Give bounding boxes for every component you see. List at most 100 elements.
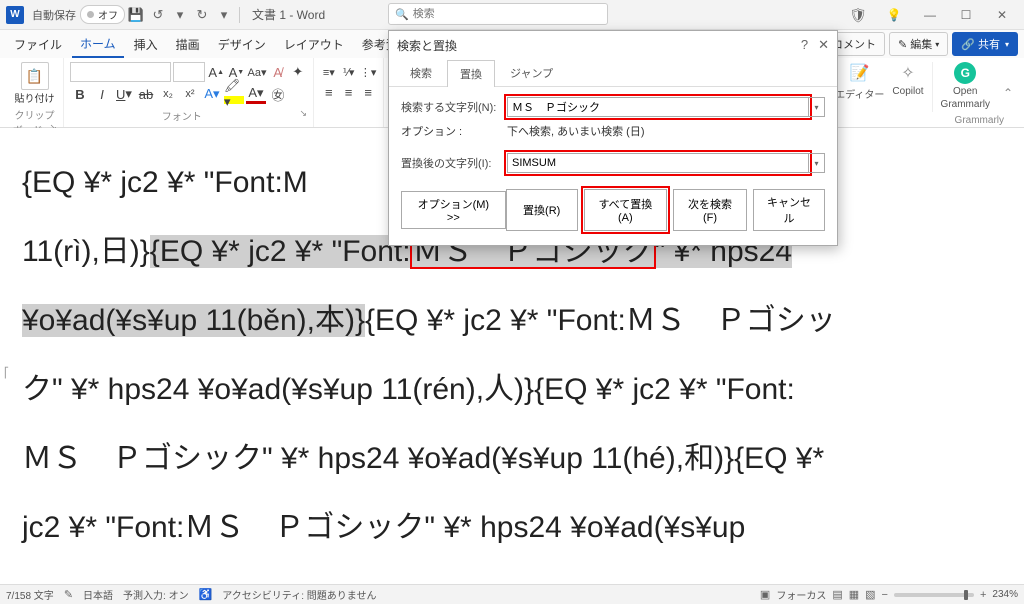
dialog-close-icon[interactable]: ✕ xyxy=(818,37,829,53)
find-next-button[interactable]: 次を検索(F) xyxy=(673,189,747,231)
tab-draw[interactable]: 描画 xyxy=(168,32,208,57)
tab-file[interactable]: ファイル xyxy=(6,32,70,57)
save-icon[interactable]: 💾 xyxy=(125,4,147,26)
change-case-icon[interactable]: Aa▾ xyxy=(248,62,267,82)
window-controls: 🛡 💡 — ☐ ✕ xyxy=(840,0,1020,30)
maximize-button[interactable]: ☐ xyxy=(948,1,984,29)
clipboard-group: 📋 貼り付け クリップボード↘ xyxy=(6,58,64,127)
text-effects-icon[interactable]: A▾ xyxy=(202,84,222,104)
lightbulb-icon[interactable]: 💡 xyxy=(876,1,912,29)
font-group: A▲ A▼ Aa▾ A̸ ✦ B I U▾ ab x₂ x² A▾ 🖍▾ A▾ … xyxy=(64,58,314,127)
dialog-body: 検索する文字列(N): ▾ オプション : 下へ検索, あいまい検索 (日) 置… xyxy=(389,87,837,245)
subscript-icon[interactable]: x₂ xyxy=(158,84,178,104)
divider xyxy=(239,7,240,23)
numbering-icon[interactable]: ⅟▾ xyxy=(340,62,358,82)
find-what-label: 検索する文字列(N): xyxy=(401,99,501,115)
dialog-help-icon[interactable]: ? xyxy=(801,37,808,53)
tab-insert[interactable]: 挿入 xyxy=(126,32,166,57)
paragraph-group: ≡▾ ⅟▾ ⋮▾ ≡ ≡ ≡ xyxy=(314,58,384,127)
focus-mode-icon[interactable]: ▣ xyxy=(760,588,770,601)
title-bar: W 自動保存 オフ 💾 ↺ ▾ ↻ ▾ 文書 1 - Word 🔍 🛡 💡 — … xyxy=(0,0,1024,30)
dialog-titlebar: 検索と置換 ? ✕ xyxy=(389,31,837,59)
zoom-in-icon[interactable]: + xyxy=(980,589,986,601)
shield-icon[interactable]: 🛡 xyxy=(840,1,876,29)
undo-dropdown-icon[interactable]: ▾ xyxy=(169,4,191,26)
strikethrough-icon[interactable]: ab xyxy=(136,84,156,104)
multilevel-icon[interactable]: ⋮▾ xyxy=(359,62,377,82)
tab-layout[interactable]: レイアウト xyxy=(276,32,352,57)
align-right-icon[interactable]: ≡ xyxy=(359,82,377,102)
share-button[interactable]: 🔗共有▾ xyxy=(952,32,1018,56)
replace-with-input[interactable] xyxy=(507,153,809,173)
editor-button[interactable]: 📝 エディター xyxy=(835,62,884,101)
enclose-char-icon[interactable]: ㊛ xyxy=(268,84,288,104)
options-label: オプション : xyxy=(401,123,501,139)
word-count[interactable]: 7/158 文字 xyxy=(6,587,54,602)
copilot-icon: ✧ xyxy=(897,62,919,84)
clear-format-icon[interactable]: A̸ xyxy=(269,62,287,82)
minimize-button[interactable]: — xyxy=(912,1,948,29)
bullets-icon[interactable]: ≡▾ xyxy=(320,62,338,82)
close-button[interactable]: ✕ xyxy=(984,1,1020,29)
highlight-icon[interactable]: 🖍▾ xyxy=(224,84,244,104)
paste-label[interactable]: 貼り付け xyxy=(15,90,55,105)
menubar-right: 💬コメント ✎編集▾ 🔗共有▾ xyxy=(806,30,1018,58)
tab-find[interactable]: 検索 xyxy=(397,59,445,86)
accessibility-status[interactable]: アクセシビリティ: 問題ありません xyxy=(222,587,376,602)
margin-mark-icon: ⎡ xyxy=(4,368,9,379)
web-layout-icon[interactable]: ▧ xyxy=(865,588,875,601)
document-title: 文書 1 - Word xyxy=(252,6,325,23)
superscript-icon[interactable]: x² xyxy=(180,84,200,104)
tell-me-search[interactable]: 🔍 xyxy=(388,3,608,25)
status-bar: 7/158 文字 ✎ 日本語 予測入力: オン ♿ アクセシビリティ: 問題あり… xyxy=(0,584,1024,604)
replace-all-button[interactable]: すべて置換(A) xyxy=(584,189,667,231)
tab-replace[interactable]: 置換 xyxy=(447,60,495,87)
cancel-button[interactable]: キャンセル xyxy=(753,189,825,231)
phonetic-guide-icon[interactable]: ✦ xyxy=(289,62,307,82)
underline-icon[interactable]: U▾ xyxy=(114,84,134,104)
more-options-button[interactable]: オプション(M) >> xyxy=(401,191,506,229)
zoom-out-icon[interactable]: − xyxy=(882,589,888,601)
replace-dropdown-icon[interactable]: ▾ xyxy=(809,153,825,173)
redo-icon[interactable]: ↻ xyxy=(191,4,213,26)
autosave-label: 自動保存 xyxy=(32,7,76,23)
spellcheck-icon[interactable]: ✎ xyxy=(64,588,73,601)
zoom-slider[interactable] xyxy=(894,593,974,597)
tab-home[interactable]: ホーム xyxy=(72,31,124,58)
qat-customize-icon[interactable]: ▾ xyxy=(213,4,235,26)
editor-icon: 📝 xyxy=(849,62,871,84)
increase-font-icon[interactable]: A▲ xyxy=(207,62,225,82)
editing-mode-button[interactable]: ✎編集▾ xyxy=(889,32,948,56)
grammarly-group-label: Grammarly xyxy=(955,115,1004,126)
accessibility-icon[interactable]: ♿ xyxy=(199,588,213,601)
autosave-toggle[interactable]: オフ xyxy=(80,5,125,24)
grammarly-button[interactable]: G Open Grammarly xyxy=(941,62,990,110)
find-what-input[interactable] xyxy=(507,97,809,117)
zoom-level[interactable]: 234% xyxy=(992,589,1018,600)
focus-label[interactable]: フォーカス xyxy=(776,587,826,602)
read-mode-icon[interactable]: ▤ xyxy=(832,588,842,601)
font-color-icon[interactable]: A▾ xyxy=(246,84,266,104)
search-input[interactable] xyxy=(413,8,601,20)
find-replace-dialog: 検索と置換 ? ✕ 検索 置換 ジャンプ 検索する文字列(N): ▾ オプション… xyxy=(388,30,838,246)
print-layout-icon[interactable]: ▦ xyxy=(849,588,859,601)
undo-icon[interactable]: ↺ xyxy=(147,4,169,26)
align-left-icon[interactable]: ≡ xyxy=(320,82,338,102)
tab-jump[interactable]: ジャンプ xyxy=(497,59,566,86)
grammarly-icon: G xyxy=(954,62,976,84)
replace-button[interactable]: 置換(R) xyxy=(506,189,578,231)
dialog-tabs: 検索 置換 ジャンプ xyxy=(389,59,837,87)
predictive-input-status[interactable]: 予測入力: オン xyxy=(123,587,189,602)
bold-icon[interactable]: B xyxy=(70,84,90,104)
copilot-button[interactable]: ✧ Copilot xyxy=(892,62,923,97)
font-size-select[interactable] xyxy=(173,62,205,82)
font-family-select[interactable] xyxy=(70,62,171,82)
font-launcher-icon[interactable]: ↘ xyxy=(299,108,307,119)
tab-design[interactable]: デザイン xyxy=(210,32,274,57)
align-center-icon[interactable]: ≡ xyxy=(340,82,358,102)
paste-icon[interactable]: 📋 xyxy=(21,62,49,90)
italic-icon[interactable]: I xyxy=(92,84,112,104)
find-dropdown-icon[interactable]: ▾ xyxy=(809,97,825,117)
language-status[interactable]: 日本語 xyxy=(83,587,113,602)
word-app-icon: W xyxy=(6,6,24,24)
